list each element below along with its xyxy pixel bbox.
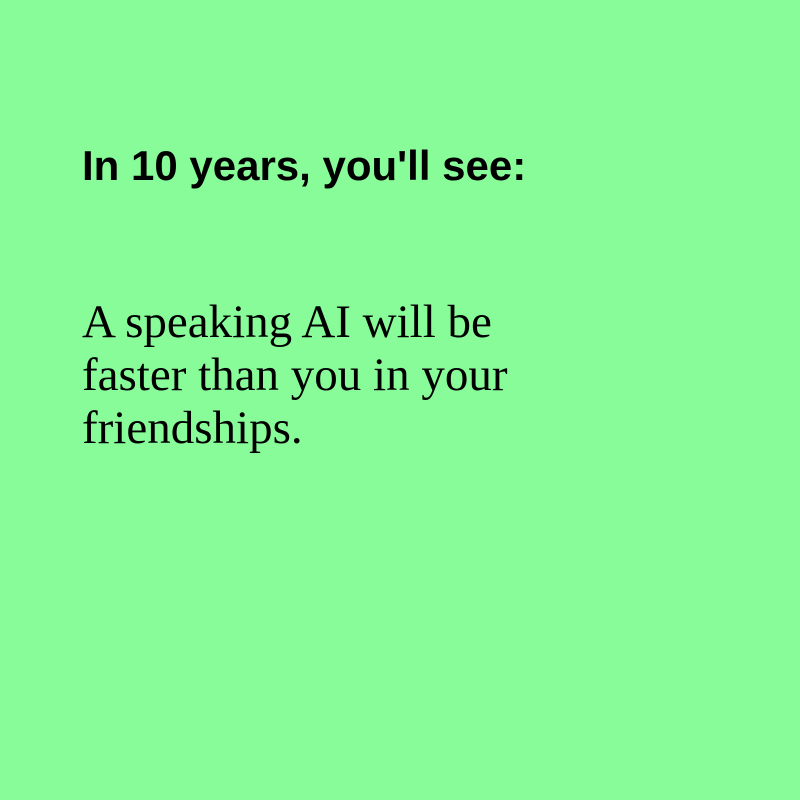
- card-canvas: In 10 years, you'll see: A speaking AI w…: [0, 0, 800, 800]
- message-line: faster than you in your: [82, 349, 508, 401]
- message-line: friendships.: [82, 402, 303, 454]
- message-text: A speaking AI will be faster than you in…: [82, 296, 722, 455]
- message-line: A speaking AI will be: [82, 296, 492, 348]
- headline: In 10 years, you'll see:: [82, 142, 527, 189]
